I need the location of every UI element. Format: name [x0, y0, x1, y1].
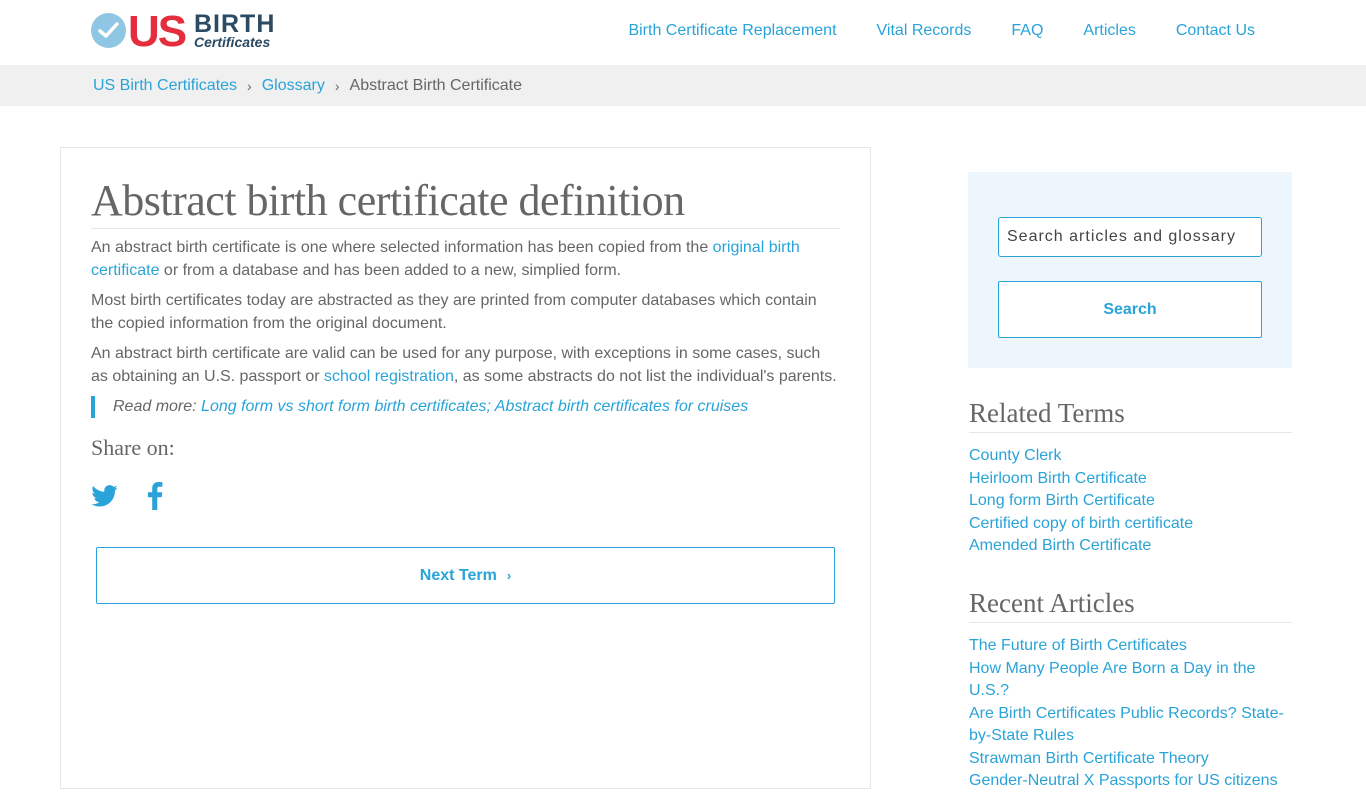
main-content-card: Abstract birth certificate definition An…	[60, 147, 871, 789]
main-nav: Birth Certificate Replacement Vital Reco…	[588, 20, 1255, 42]
breadcrumb: US Birth Certificates › Glossary › Abstr…	[93, 76, 522, 96]
check-circle-icon	[91, 13, 126, 48]
list-item: Heirloom Birth Certificate	[969, 468, 1289, 491]
recent-article-link[interactable]: How Many People Are Born a Day in the U.…	[969, 660, 1255, 700]
list-item: Gender-Neutral X Passports for US citize…	[969, 770, 1289, 793]
nav-birth-certificate-replacement[interactable]: Birth Certificate Replacement	[628, 20, 836, 42]
list-item: County Clerk	[969, 445, 1289, 468]
breadcrumb-bar: US Birth Certificates › Glossary › Abstr…	[0, 65, 1366, 106]
logo-certificates: Certificates	[194, 34, 271, 50]
breadcrumb-home[interactable]: US Birth Certificates	[93, 76, 237, 96]
breadcrumb-glossary[interactable]: Glossary	[262, 76, 325, 96]
nav-articles[interactable]: Articles	[1083, 20, 1135, 42]
recent-articles-heading: Recent Articles	[969, 586, 1292, 623]
recent-article-link[interactable]: Gender-Neutral X Passports for US citize…	[969, 772, 1278, 789]
recent-article-link[interactable]: Strawman Birth Certificate Theory	[969, 750, 1209, 767]
twitter-icon[interactable]	[91, 481, 121, 511]
breadcrumb-current: Abstract Birth Certificate	[349, 77, 523, 94]
list-item: The Future of Birth Certificates	[969, 635, 1289, 658]
chevron-right-icon: ›	[506, 568, 512, 583]
share-label: Share on:	[91, 435, 175, 460]
school-registration-link[interactable]: school registration	[324, 368, 454, 385]
related-terms-list: County Clerk Heirloom Birth Certificate …	[969, 445, 1289, 558]
definition-paragraph-1: An abstract birth certificate is one whe…	[91, 237, 841, 282]
related-term-link[interactable]: Amended Birth Certificate	[969, 537, 1151, 554]
nav-faq[interactable]: FAQ	[1011, 20, 1043, 42]
read-more-quote: Read more: Long form vs short form birth…	[91, 396, 748, 418]
recent-article-link[interactable]: Are Birth Certificates Public Records? S…	[969, 705, 1284, 745]
next-term-label: Next Term	[419, 566, 497, 584]
list-item: Strawman Birth Certificate Theory	[969, 748, 1289, 771]
related-terms-heading: Related Terms	[969, 396, 1292, 433]
paragraph-text: An abstract birth certificate is one whe…	[91, 239, 713, 256]
paragraph-text: or from a database and has been added to…	[159, 261, 622, 279]
list-item: Are Birth Certificates Public Records? S…	[969, 703, 1289, 748]
breadcrumb-separator: ›	[334, 78, 340, 94]
definition-paragraph-3: An abstract birth certificate are valid …	[91, 343, 841, 388]
logo-us: US	[128, 7, 187, 56]
breadcrumb-separator: ›	[247, 78, 252, 94]
list-item: How Many People Are Born a Day in the U.…	[969, 658, 1289, 703]
long-vs-short-form-link[interactable]: Long form vs short form birth certificat…	[201, 398, 486, 415]
site-header: US BIRTH Certificates Birth Certificate …	[0, 0, 1366, 65]
nav-contact-us[interactable]: Contact Us	[1176, 20, 1255, 42]
title-divider	[91, 228, 840, 229]
search-button[interactable]: Search	[998, 281, 1262, 338]
recent-articles-list: The Future of Birth Certificates How Man…	[969, 635, 1289, 793]
related-term-link[interactable]: County Clerk	[969, 447, 1061, 464]
facebook-icon[interactable]	[147, 481, 177, 511]
read-more-label: Read more:	[113, 398, 202, 415]
abstract-cruises-link[interactable]: Abstract birth certificates for cruises	[495, 398, 748, 415]
page-title: Abstract birth certificate definition	[91, 176, 685, 225]
search-input[interactable]	[998, 217, 1262, 257]
related-term-link[interactable]: Certified copy of birth certificate	[969, 515, 1193, 532]
related-term-link[interactable]: Heirloom Birth Certificate	[969, 470, 1147, 487]
search-panel: Search	[968, 172, 1292, 368]
recent-article-link[interactable]: The Future of Birth Certificates	[969, 637, 1187, 654]
paragraph-text: , as some abstracts do not list the indi…	[453, 367, 837, 385]
related-term-link[interactable]: Long form Birth Certificate	[969, 492, 1155, 509]
list-item: Certified copy of birth certificate	[969, 513, 1289, 536]
nav-vital-records[interactable]: Vital Records	[877, 20, 972, 42]
read-more-separator: ;	[486, 398, 495, 415]
definition-paragraph-2: Most birth certificates today are abstra…	[91, 292, 817, 332]
list-item: Amended Birth Certificate	[969, 535, 1289, 558]
next-term-button[interactable]: Next Term ›	[96, 547, 835, 604]
list-item: Long form Birth Certificate	[969, 490, 1289, 513]
site-logo[interactable]: US BIRTH Certificates	[90, 7, 280, 56]
